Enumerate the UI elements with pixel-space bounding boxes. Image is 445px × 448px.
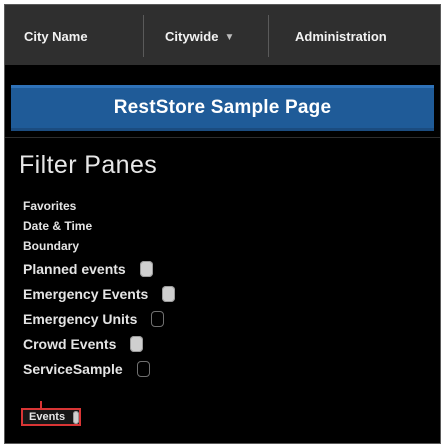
filter-panes-heading: Filter Panes (19, 151, 158, 179)
citywide-dropdown[interactable]: Citywide ▼ (165, 29, 234, 46)
toggle-on-icon[interactable] (162, 285, 176, 302)
filter-item-label: Boundary (23, 239, 80, 253)
filter-item-label: Favorites (23, 199, 77, 213)
highlight-connector (40, 401, 42, 408)
filter-item-label: ServiceSample (23, 360, 123, 377)
toggle-off-icon[interactable] (136, 360, 150, 377)
top-navigation-bar: City Name Citywide ▼ Administration (5, 5, 440, 65)
filter-item-label: Planned events (23, 260, 126, 277)
administration-link[interactable]: Administration (295, 29, 387, 45)
city-name-link[interactable]: City Name (24, 29, 88, 45)
page-title: RestStore Sample Page (113, 97, 332, 118)
filter-item-emergency-events[interactable]: Emergency Events (23, 281, 323, 306)
toggle-off-icon[interactable] (151, 310, 165, 327)
citywide-label: Citywide (165, 29, 219, 44)
toggle-on-icon[interactable] (139, 260, 153, 277)
toggle-on-icon[interactable] (130, 335, 144, 352)
filter-item-crowd-events[interactable]: Crowd Events (23, 331, 323, 356)
filter-item-label: Events (29, 411, 66, 423)
filter-item-planned-events[interactable]: Planned events (23, 256, 323, 281)
filter-item-emergency-units[interactable]: Emergency Units (23, 306, 323, 331)
app-frame: City Name Citywide ▼ Administration RestS… (4, 4, 441, 444)
filter-item-date-time[interactable]: Date & Time (23, 216, 323, 236)
filter-list: Favorites Date & Time Boundary Planned e… (23, 196, 323, 381)
page-title-banner: RestStore Sample Page (11, 85, 434, 131)
section-divider (5, 137, 440, 138)
chevron-down-icon: ▼ (224, 32, 235, 43)
nav-divider (143, 15, 144, 57)
filter-item-label: Emergency Units (23, 310, 138, 327)
filter-item-servicesample[interactable]: ServiceSample (23, 356, 323, 381)
filter-item-label: Emergency Events (23, 285, 149, 302)
filter-item-label: Crowd Events (23, 335, 117, 352)
toggle-on-icon[interactable] (73, 410, 79, 424)
highlighted-filter-events[interactable]: Events (21, 408, 81, 426)
filter-item-boundary[interactable]: Boundary (23, 236, 323, 256)
filter-item-favorites[interactable]: Favorites (23, 196, 323, 216)
nav-divider (268, 15, 269, 57)
filter-item-label: Date & Time (23, 219, 93, 233)
